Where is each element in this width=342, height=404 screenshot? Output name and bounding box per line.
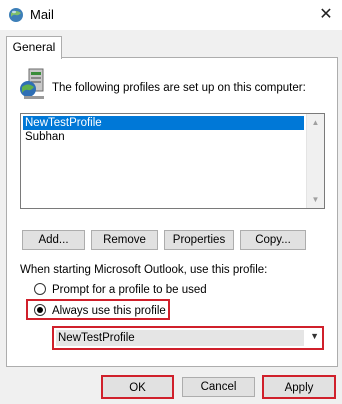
apply-button[interactable]: Apply [262, 375, 336, 399]
ok-button[interactable]: OK [101, 375, 174, 399]
copy-button[interactable]: Copy... [240, 230, 306, 250]
scroll-down-icon[interactable]: ▼ [307, 191, 324, 208]
profiles-icon [18, 67, 48, 101]
profile-select-value: NewTestProfile [56, 330, 304, 346]
radio-button[interactable] [34, 283, 46, 295]
profiles-heading: The following profiles are set up on thi… [52, 82, 306, 94]
scroll-up-icon[interactable]: ▲ [307, 114, 324, 131]
profile-list[interactable]: NewTestProfile Subhan ▲ ▼ [20, 113, 325, 209]
chevron-down-icon[interactable]: ▼ [310, 331, 319, 341]
radio-always-use-profile[interactable]: Always use this profile [34, 303, 174, 319]
remove-button[interactable]: Remove [91, 230, 158, 250]
window-title: Mail [30, 7, 54, 22]
radio-button-checked[interactable] [34, 304, 46, 316]
list-scrollbar[interactable]: ▲ ▼ [306, 114, 324, 208]
radio-label: Prompt for a profile to be used [52, 284, 207, 296]
mail-setup-icon [8, 7, 24, 23]
cancel-button[interactable]: Cancel [182, 377, 255, 397]
radio-prompt-for-profile[interactable]: Prompt for a profile to be used [34, 282, 234, 298]
close-icon[interactable]: ✕ [314, 3, 338, 27]
list-item-subhan[interactable]: Subhan [23, 130, 304, 144]
startup-label: When starting Microsoft Outlook, use thi… [20, 264, 268, 276]
radio-label: Always use this profile [52, 305, 166, 317]
add-button[interactable]: Add... [22, 230, 85, 250]
profile-select[interactable]: NewTestProfile ▼ [52, 326, 324, 350]
tab-general[interactable]: General [6, 36, 62, 59]
list-item-newtestprofile[interactable]: NewTestProfile [23, 116, 304, 130]
properties-button[interactable]: Properties [164, 230, 234, 250]
tab-panel-general [6, 57, 338, 367]
